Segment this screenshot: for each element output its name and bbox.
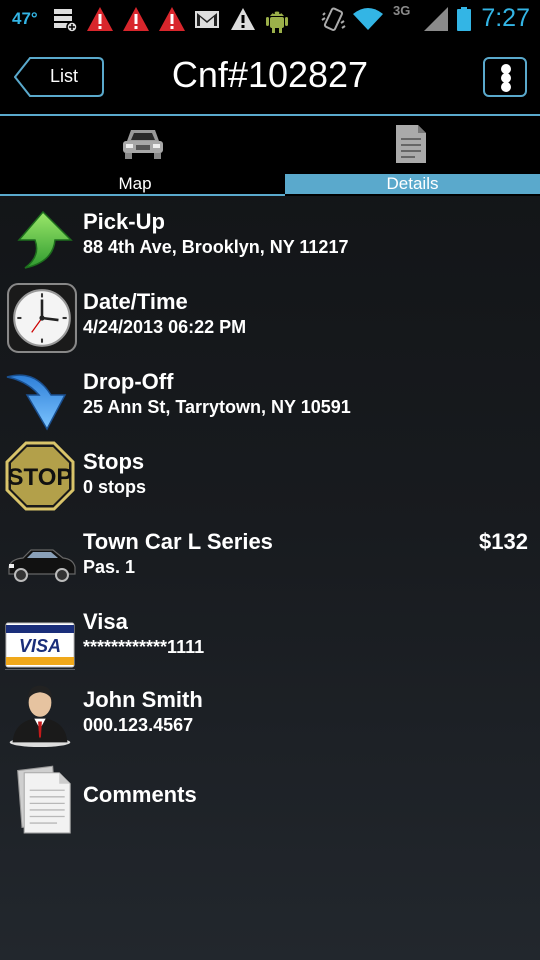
passenger-row[interactable]: John Smith 000.123.4567 bbox=[0, 676, 540, 756]
payment-title: Visa bbox=[83, 609, 128, 634]
android-icon bbox=[266, 11, 288, 33]
tab-map-label: Map bbox=[118, 174, 152, 193]
tab-details[interactable]: Details bbox=[270, 116, 540, 196]
comments-row[interactable]: Comments bbox=[0, 760, 540, 840]
network-type-label: 3G bbox=[393, 3, 411, 18]
blue-down-arrow-icon bbox=[6, 374, 67, 431]
storage-icon bbox=[54, 9, 78, 33]
temperature-label: 47° bbox=[12, 9, 38, 28]
stop-sign-text: STOP bbox=[8, 464, 73, 491]
visa-card-text: VISA bbox=[19, 636, 61, 656]
passenger-phone: 000.123.4567 bbox=[83, 715, 194, 735]
vehicle-price: $132 bbox=[479, 529, 528, 554]
row-separator bbox=[5, 669, 75, 670]
datetime-row[interactable]: Date/Time 4/24/2013 06:22 PM bbox=[0, 278, 540, 358]
warning-icon bbox=[231, 8, 255, 30]
wifi-icon bbox=[353, 8, 383, 30]
status-bar: 47° 3G 7:27 bbox=[0, 0, 540, 38]
dropoff-address: 25 Ann St, Tarrytown, NY 10591 bbox=[83, 397, 351, 417]
menu-dot bbox=[501, 82, 511, 92]
clock-time: 7:27 bbox=[481, 4, 530, 32]
datetime-title: Date/Time bbox=[83, 289, 188, 314]
dropoff-title: Drop-Off bbox=[83, 369, 174, 394]
battery-icon bbox=[457, 7, 471, 31]
overflow-menu-button[interactable] bbox=[483, 57, 527, 97]
payment-row[interactable]: VISA Visa ************1111 bbox=[0, 598, 540, 678]
stop-sign-icon: STOP bbox=[5, 441, 75, 511]
stops-count: 0 stops bbox=[83, 477, 147, 497]
passenger-name: John Smith bbox=[83, 687, 203, 712]
pickup-title: Pick-Up bbox=[83, 209, 165, 234]
alert-icon bbox=[159, 7, 185, 31]
datetime-value: 4/24/2013 06:22 PM bbox=[83, 317, 247, 337]
passenger-count: Pas. 1 bbox=[83, 557, 136, 577]
pickup-row[interactable]: Pick-Up 88 4th Ave, Brooklyn, NY 11217 bbox=[0, 198, 540, 278]
person-icon bbox=[9, 685, 71, 748]
stops-row[interactable]: STOP Stops 0 stops bbox=[0, 438, 540, 518]
green-up-arrow-icon bbox=[17, 210, 73, 269]
notes-icon bbox=[17, 765, 71, 834]
vibrate-icon bbox=[321, 7, 346, 31]
dropoff-row[interactable]: Drop-Off 25 Ann St, Tarrytown, NY 10591 bbox=[0, 358, 540, 438]
clock-icon bbox=[7, 283, 77, 353]
title-bar: List Cnf#102827 bbox=[0, 38, 540, 114]
vehicle-title: Town Car L Series bbox=[83, 529, 273, 554]
alert-icon bbox=[87, 7, 113, 31]
card-number: ************1111 bbox=[83, 637, 205, 657]
page-title: Cnf#102827 bbox=[171, 54, 369, 95]
pickup-address: 88 4th Ave, Brooklyn, NY 11217 bbox=[83, 237, 349, 257]
document-icon bbox=[396, 125, 426, 163]
tab-bar-divider bbox=[0, 194, 285, 196]
signal-icon bbox=[424, 7, 448, 31]
car-icon bbox=[123, 130, 163, 159]
tab-bar: Map Details bbox=[0, 116, 540, 196]
tab-details-label: Details bbox=[386, 174, 439, 193]
gmail-icon bbox=[195, 11, 219, 28]
comments-title: Comments bbox=[83, 782, 197, 807]
alert-icon bbox=[123, 7, 149, 31]
stops-title: Stops bbox=[83, 449, 145, 474]
tab-map[interactable]: Map bbox=[0, 116, 270, 196]
vehicle-row[interactable]: Town Car L Series $132 Pas. 1 bbox=[0, 518, 540, 598]
sedan-icon bbox=[8, 549, 76, 582]
